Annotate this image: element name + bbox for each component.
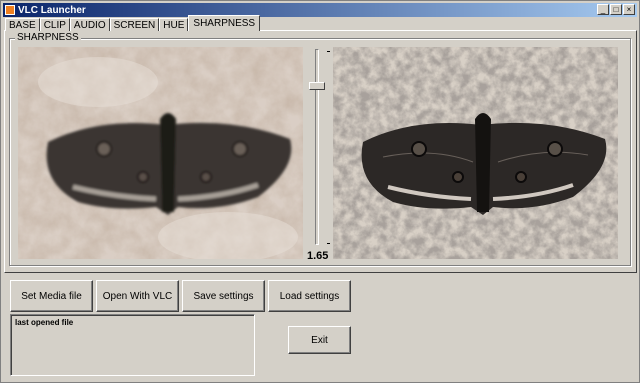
- minimize-icon[interactable]: _: [597, 4, 609, 15]
- last-opened-file-box[interactable]: last opened file: [10, 314, 255, 376]
- exit-button[interactable]: Exit: [288, 326, 351, 354]
- open-with-vlc-button[interactable]: Open With VLC: [96, 280, 179, 312]
- sharpness-group-label: SHARPNESS: [15, 32, 81, 43]
- tab-strip: BASE CLIP AUDIO SCREEN HUE SHARPNESS: [5, 15, 261, 31]
- slider-tick: [327, 243, 330, 244]
- tab-base[interactable]: BASE: [5, 18, 40, 31]
- tab-screen[interactable]: SCREEN: [109, 18, 160, 31]
- sharpened-preview-image: [333, 47, 618, 259]
- tab-sharpness[interactable]: SHARPNESS: [188, 15, 261, 31]
- window-title: VLC Launcher: [18, 4, 86, 16]
- tab-hue[interactable]: HUE: [159, 18, 189, 31]
- save-settings-button[interactable]: Save settings: [182, 280, 265, 312]
- slider-tick: [327, 51, 330, 52]
- set-media-file-button[interactable]: Set Media file: [10, 280, 93, 312]
- original-preview-image: [18, 47, 303, 259]
- tab-audio[interactable]: AUDIO: [69, 18, 110, 31]
- app-window: VLC Launcher _ □ × BASE CLIP AUDIO SCREE…: [0, 0, 640, 383]
- load-settings-button[interactable]: Load settings: [268, 280, 351, 312]
- tab-clip[interactable]: CLIP: [39, 18, 70, 31]
- sharpness-slider-track[interactable]: [315, 49, 319, 245]
- maximize-icon[interactable]: □: [610, 4, 622, 15]
- sharpness-slider-thumb[interactable]: [309, 82, 325, 90]
- close-icon[interactable]: ×: [623, 4, 635, 15]
- app-icon: [5, 5, 15, 15]
- sharpness-value: 1.65: [307, 250, 329, 262]
